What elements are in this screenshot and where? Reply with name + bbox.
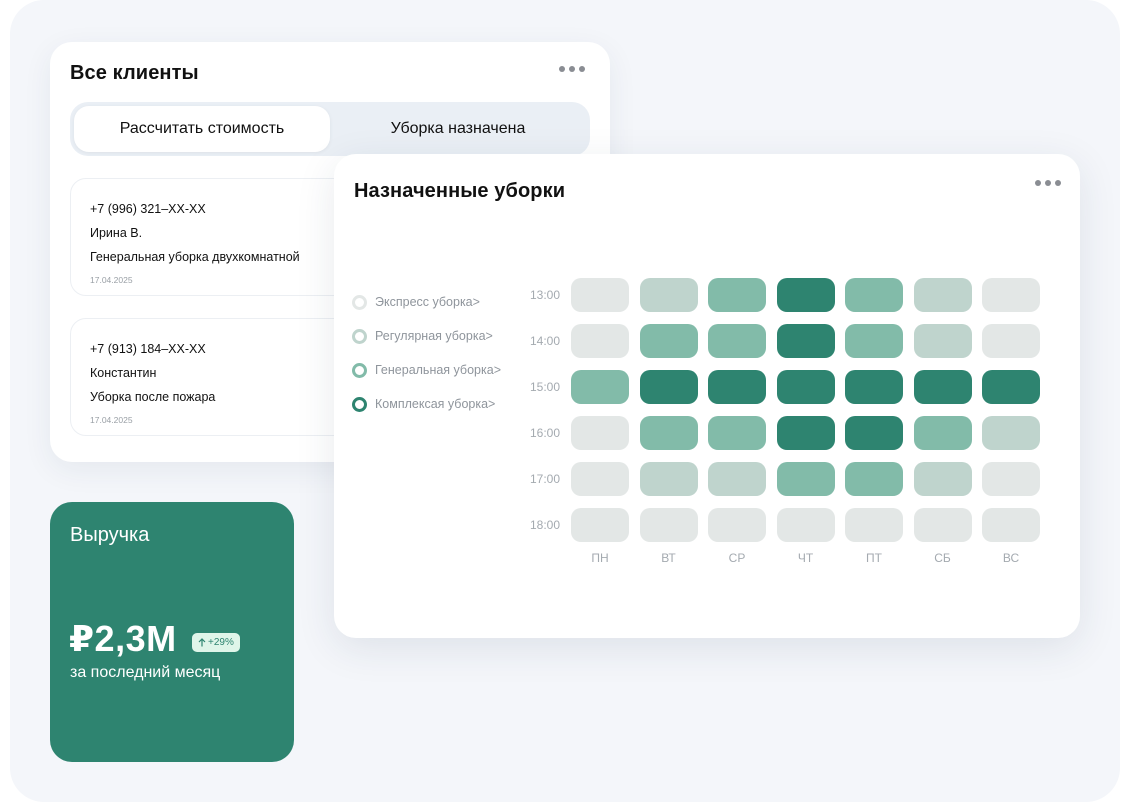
day-label: СБ [934,551,951,565]
schedule-cell[interactable] [913,508,972,542]
schedule-cell[interactable] [982,278,1040,312]
schedule-cell[interactable] [708,462,766,496]
schedule-cell[interactable] [845,278,903,312]
client-list-item[interactable]: +7 (996) 321–XX-XX Ирина В. Генеральная … [70,178,370,296]
revenue-change-badge: +29% [192,633,240,652]
revenue-change-value: +29% [208,637,234,648]
schedule-cell[interactable] [982,370,1040,404]
client-service: Генеральная уборка двухкомнатной [90,250,300,264]
tab-calculate-cost[interactable]: Рассчитать стоимость [74,106,330,152]
schedule-cell[interactable] [708,508,766,542]
revenue-value: ₽2,3M [69,618,177,659]
schedule-cell[interactable] [639,370,698,404]
schedule-cell[interactable] [708,324,766,358]
radio-icon [352,294,367,310]
schedule-cell[interactable] [913,416,972,450]
schedule-cell[interactable] [913,462,972,496]
schedule-cell[interactable] [913,370,972,404]
schedule-cell[interactable] [571,462,629,496]
day-label: ЧТ [797,551,814,565]
legend-item-general[interactable]: Генеральная уборка> [352,353,501,387]
schedule-legend: Экспресс уборка> Регулярная уборка> Гене… [352,285,501,421]
radio-icon [352,328,367,344]
schedule-card: Назначенные уборки Экспресс уборка> Регу… [334,154,1080,638]
schedule-cell[interactable] [776,416,835,450]
schedule-cell[interactable] [845,324,903,358]
schedule-cell[interactable] [776,370,835,404]
client-date: 17.04.2025 [90,275,133,285]
schedule-title: Назначенные уборки [354,180,566,202]
client-phone: +7 (913) 184–XX-XX [90,342,206,356]
tab-cleaning-assigned[interactable]: Уборка назначена [330,106,586,152]
client-name: Ирина В. [90,226,143,240]
schedule-cell[interactable] [776,462,835,496]
legend-label: Комплексая уборка> [375,397,496,411]
schedule-cell[interactable] [571,370,629,404]
clients-tabs: Рассчитать стоимость Уборка назначена [70,102,590,156]
day-label: ВТ [661,551,676,565]
schedule-cell[interactable] [982,462,1040,496]
time-label: 16:00 [530,426,561,440]
clients-title: Все клиенты [70,62,199,84]
legend-label: Экспресс уборка> [375,295,480,309]
schedule-cell[interactable] [708,416,766,450]
radio-icon [352,396,367,412]
schedule-cell[interactable] [845,508,903,542]
client-list-item[interactable]: +7 (913) 184–XX-XX Константин Уборка пос… [70,318,370,436]
schedule-cell[interactable] [571,324,629,358]
schedule-cell[interactable] [571,508,629,542]
client-phone: +7 (996) 321–XX-XX [90,202,206,216]
schedule-cell[interactable] [708,370,766,404]
schedule-cell[interactable] [776,324,835,358]
radio-icon [352,362,367,378]
day-label: СР [728,551,746,565]
legend-item-express[interactable]: Экспресс уборка> [352,285,501,319]
schedule-cell[interactable] [913,278,972,312]
revenue-subtitle: за последний месяц [70,664,221,681]
schedule-cell[interactable] [845,370,903,404]
schedule-cell[interactable] [639,508,698,542]
schedule-cell[interactable] [776,278,835,312]
day-label: ПТ [866,551,882,565]
client-service: Уборка после пожара [90,390,216,404]
schedule-cell[interactable] [845,416,903,450]
day-label: ПН [591,551,609,565]
schedule-cell[interactable] [913,324,972,358]
schedule-cell[interactable] [708,278,766,312]
time-label: 17:00 [530,472,561,486]
legend-item-regular[interactable]: Регулярная уборка> [352,319,501,353]
more-horizontal-icon[interactable] [555,62,589,76]
more-horizontal-icon[interactable] [1031,176,1065,190]
client-name: Константин [90,366,157,380]
revenue-title: Выручка [70,524,150,546]
time-label: 15:00 [530,380,561,394]
schedule-cell[interactable] [982,416,1040,450]
legend-item-complex[interactable]: Комплексая уборка> [352,387,501,421]
revenue-card: Выручка ₽2,3M +29% за последний месяц [50,502,294,762]
client-date: 17.04.2025 [90,415,133,425]
schedule-cell[interactable] [639,324,698,358]
schedule-cell[interactable] [639,416,698,450]
time-label: 14:00 [530,334,561,348]
schedule-cell[interactable] [845,462,903,496]
schedule-cell[interactable] [571,416,629,450]
schedule-cell[interactable] [639,278,698,312]
day-label: ВС [1002,551,1020,565]
schedule-cell[interactable] [571,278,629,312]
arrow-up-icon [198,638,206,647]
time-label: 18:00 [530,518,561,532]
time-label: 13:00 [530,288,561,302]
schedule-cell[interactable] [982,324,1040,358]
schedule-cell[interactable] [776,508,835,542]
schedule-cell[interactable] [982,508,1040,542]
schedule-cell[interactable] [639,462,698,496]
legend-label: Регулярная уборка> [375,329,493,343]
legend-label: Генеральная уборка> [375,363,501,377]
